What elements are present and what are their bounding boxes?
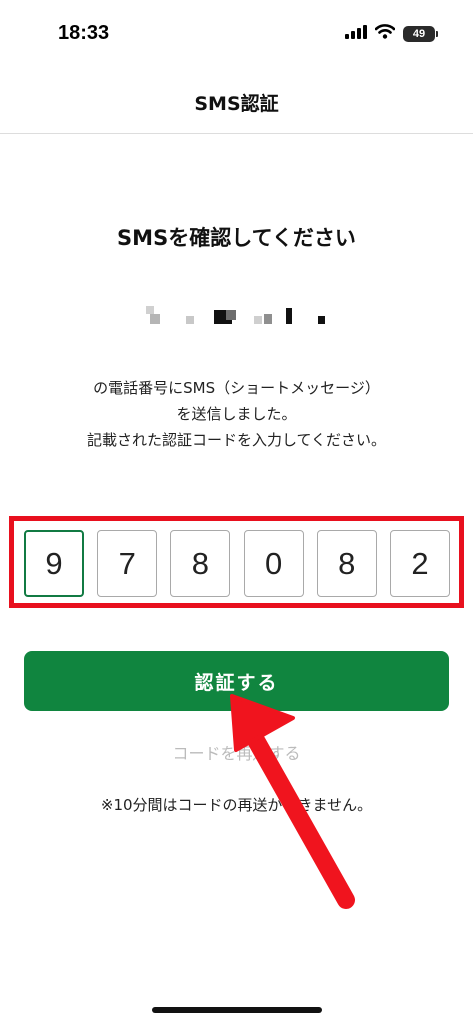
code-digit-input[interactable]: 8 — [170, 530, 231, 597]
status-time: 18:33 — [58, 22, 110, 44]
instructions-line: の電話番号にSMS（ショートメッセージ） — [93, 379, 380, 397]
battery-level: 49 — [412, 27, 426, 40]
resend-note: ※10分間はコードの再送ができません。 — [100, 796, 373, 814]
masked-phone-number — [146, 306, 326, 326]
page-title: SMS認証 — [194, 93, 279, 115]
verify-button-label: 認証する — [194, 671, 279, 694]
battery-icon: 49 — [403, 25, 438, 42]
instructions: の電話番号にSMS（ショートメッセージ） を送信しました。 記載された認証コード… — [0, 375, 473, 453]
resend-code-link[interactable]: コードを再送する — [0, 740, 473, 764]
instructions-line: を送信しました。 — [176, 405, 297, 423]
code-digit-input[interactable]: 8 — [316, 530, 377, 597]
status-icons: 49 — [345, 24, 438, 43]
code-input-row: 9 7 8 0 8 2 — [24, 530, 450, 597]
code-digit-input[interactable]: 2 — [389, 530, 450, 597]
code-digit-input[interactable]: 7 — [97, 530, 158, 597]
annotation-arrow — [230, 694, 355, 909]
instructions-line: 記載された認証コードを入力してください。 — [86, 431, 387, 449]
status-bar: 18:33 49 — [0, 0, 473, 72]
nav-header: SMS認証 — [0, 72, 473, 134]
wifi-icon — [374, 24, 396, 43]
code-digit-input[interactable]: 9 — [24, 530, 84, 597]
signal-icon — [345, 24, 367, 43]
sms-check-heading: SMSを確認してください — [117, 226, 356, 250]
home-indicator — [152, 1007, 322, 1013]
verify-button[interactable]: 認証する — [24, 651, 449, 711]
code-digit-input[interactable]: 0 — [243, 530, 304, 597]
